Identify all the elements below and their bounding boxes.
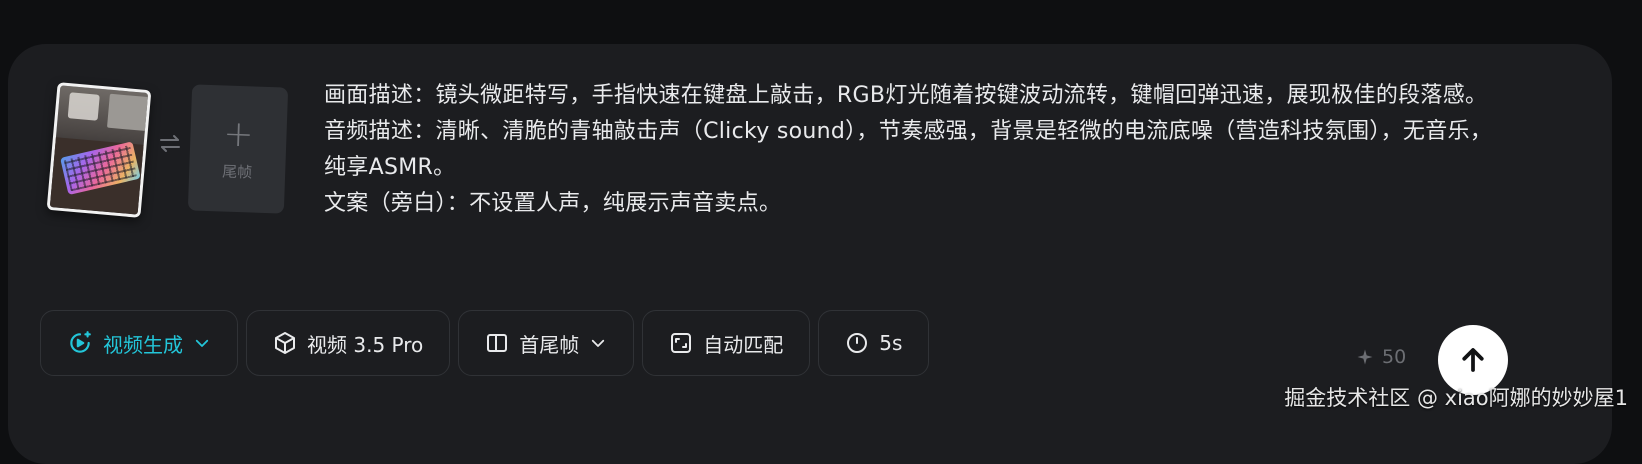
- clock-icon: [847, 333, 868, 353]
- credit-value: 50: [1382, 346, 1407, 368]
- sparkle-icon: [1357, 349, 1373, 365]
- frame-mode-label: 首尾帧: [519, 332, 580, 357]
- swap-arrows-icon[interactable]: [158, 132, 182, 156]
- thumb-monitor: [106, 93, 150, 132]
- prompt-line-copy: 文案（旁白）：不设置人声，纯展示声音卖点。: [324, 191, 782, 216]
- frame-split-icon: [487, 334, 508, 352]
- end-frame-label: 尾帧: [221, 161, 253, 182]
- frame-mode-dropdown[interactable]: 首尾帧: [458, 310, 635, 376]
- duration-label: 5s: [879, 331, 903, 355]
- model-selector[interactable]: 视频 3.5 Pro: [246, 310, 451, 376]
- model-label: 视频 3.5 Pro: [307, 332, 424, 357]
- credit-cost: 50: [1356, 346, 1406, 368]
- aspect-ratio-icon: [671, 333, 692, 353]
- prompt-line-audio: 音频描述：清晰、清脆的青轴敲击声（Clicky sound），节奏感强，背景是轻…: [324, 119, 1493, 180]
- first-frame-thumbnail[interactable]: [46, 82, 152, 218]
- video-sparkle-icon: [70, 331, 91, 353]
- end-frame-upload[interactable]: + 尾帧: [187, 84, 289, 214]
- prompt-line-scene: 画面描述：镜头微距特写，手指快速在键盘上敲击，RGB灯光随着按键波动流转，键帽回…: [324, 83, 1488, 108]
- arrow-up-icon: [1462, 348, 1484, 372]
- plus-icon: +: [222, 112, 255, 156]
- prompt-input[interactable]: 画面描述：镜头微距特写，手指快速在键盘上敲击，RGB灯光随着按键波动流转，键帽回…: [324, 78, 1514, 222]
- mode-label: 视频生成: [103, 332, 183, 357]
- thumb-lamp: [67, 92, 100, 121]
- ratio-label: 自动匹配: [703, 332, 784, 357]
- generation-toolbar: 视频生成 视频 3.5 Pro 首尾帧 自动匹配 5s: [40, 310, 930, 378]
- duration-button[interactable]: 5s: [818, 310, 930, 376]
- aspect-ratio-button[interactable]: 自动匹配: [642, 310, 811, 376]
- chevron-down-icon: [592, 339, 605, 347]
- mode-dropdown[interactable]: 视频生成: [40, 310, 238, 376]
- chevron-down-icon: [195, 339, 209, 347]
- watermark-text: 掘金技术社区 @ xiao阿娜的妙妙屋1: [1284, 386, 1628, 410]
- cube-icon: [275, 332, 295, 354]
